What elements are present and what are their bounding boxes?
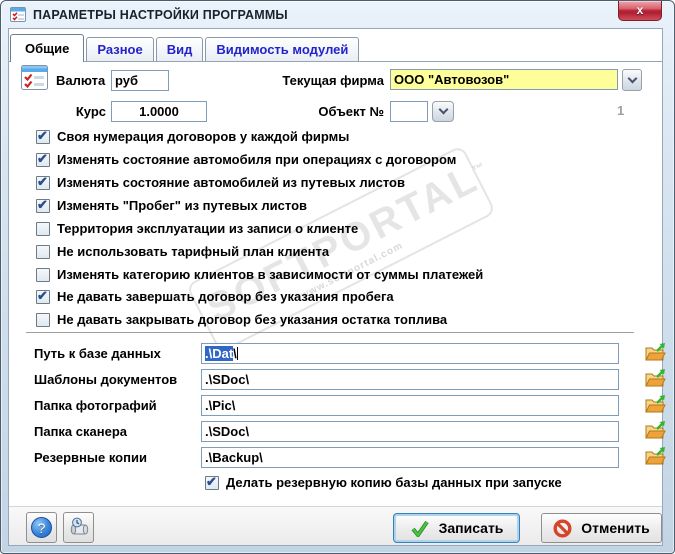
checkbox[interactable]: ✔	[36, 245, 50, 259]
checkbox[interactable]: ✔	[36, 288, 50, 304]
checkbox-label: Изменять "Пробег" из путевых листов	[57, 198, 308, 213]
option-row[interactable]: ✔ Изменять "Пробег" из путевых листов	[36, 197, 307, 215]
open-folder-icon	[645, 421, 666, 439]
option-row[interactable]: ✔ Не использовать тарифный план клиента	[36, 243, 329, 261]
object-number-input[interactable]	[390, 101, 428, 122]
firm-dropdown-button[interactable]	[622, 69, 642, 91]
cancel-icon	[553, 518, 572, 538]
checkbox[interactable]: ✔	[36, 128, 50, 144]
save-button[interactable]: Записать	[393, 513, 520, 543]
open-folder-icon	[645, 395, 666, 413]
photos-path-input[interactable]	[201, 395, 619, 416]
backup-path-input[interactable]	[201, 447, 619, 468]
currency-label: Валюта	[56, 73, 106, 88]
option-row[interactable]: ✔ Своя нумерация договоров у каждой фирм…	[36, 128, 349, 146]
db-path-input[interactable]: .\Dat\	[201, 343, 619, 364]
checkbox[interactable]: ✔	[36, 197, 50, 213]
app-icon	[10, 7, 26, 22]
open-folder-icon	[645, 369, 666, 387]
option-row[interactable]: ✔ Изменять категорию клиентов в зависимо…	[36, 266, 483, 284]
templates-path-input[interactable]	[201, 369, 619, 390]
scanner-browse-button[interactable]	[645, 421, 666, 440]
cancel-button[interactable]: Отменить	[541, 513, 662, 543]
help-button[interactable]: ?	[26, 512, 57, 543]
option-row[interactable]: ✔ Не давать завершать договор без указан…	[36, 288, 394, 306]
text-caret	[236, 347, 238, 360]
option-row[interactable]: ✔ Не давать закрывать договор без указан…	[36, 311, 447, 329]
checkbox-label: Не давать закрывать договор без указания…	[57, 312, 448, 327]
checkbox-label: Изменять категорию клиентов в зависимост…	[57, 267, 484, 282]
object-count-value: 1	[617, 103, 625, 118]
checkbox-label: Не давать завершать договор без указания…	[57, 289, 394, 304]
currency-input[interactable]	[111, 70, 169, 91]
object-number-label: Объект №	[318, 104, 384, 119]
db-path-label: Путь к базе данных	[34, 346, 161, 361]
cancel-button-label: Отменить	[581, 520, 650, 536]
backup-path-label: Резервные копии	[34, 450, 147, 465]
rate-input[interactable]	[111, 101, 207, 122]
tab-module-visibility[interactable]: Видимость модулей	[205, 37, 360, 61]
tab-general[interactable]: Общие	[10, 34, 85, 62]
help-icon: ?	[31, 517, 52, 538]
photos-path-label: Папка фотографий	[34, 398, 157, 413]
current-firm-field[interactable]: ООО "Автовозов"	[390, 69, 618, 90]
history-log-button[interactable]	[63, 512, 94, 543]
checkbox-label: Территория эксплуатации из записи о клие…	[57, 221, 359, 236]
checkbox-label: Изменять состояние автомобиля при операц…	[57, 152, 457, 167]
checkbox[interactable]: ✔	[205, 474, 219, 490]
title-bar[interactable]: ПАРАМЕТРЫ НАСТРОЙКИ ПРОГРАММЫ x	[1, 1, 674, 28]
checkbox-label: Изменять состояние автомобилей из путевы…	[57, 175, 405, 190]
option-row[interactable]: ✔ Изменять состояние автомобиля при опер…	[36, 151, 456, 169]
checkbox[interactable]: ✔	[36, 151, 50, 167]
history-scroll-icon	[70, 517, 88, 534]
settings-dialog: ПАРАМЕТРЫ НАСТРОЙКИ ПРОГРАММЫ x SOFTPORT…	[0, 0, 675, 554]
settings-checklist-icon	[21, 65, 48, 90]
checkbox-label: Не использовать тарифный план клиента	[57, 244, 330, 259]
checkbox[interactable]: ✔	[36, 313, 50, 327]
checkbox-label: Своя нумерация договоров у каждой фирмы	[57, 129, 350, 144]
rate-label: Курс	[75, 104, 106, 119]
tab-misc[interactable]: Разное	[86, 37, 154, 61]
scanner-path-input[interactable]	[201, 421, 619, 442]
tab-bar: Общие Разное Вид Видимость модулей	[10, 33, 661, 62]
templates-browse-button[interactable]	[645, 369, 666, 388]
open-folder-icon	[645, 447, 666, 465]
open-folder-icon	[645, 343, 666, 361]
window-title: ПАРАМЕТРЫ НАСТРОЙКИ ПРОГРАММЫ	[33, 8, 288, 22]
option-row[interactable]: ✔ Изменять состояние автомобилей из путе…	[36, 174, 405, 192]
object-dropdown-button[interactable]	[432, 101, 454, 122]
templates-path-label: Шаблоны документов	[34, 372, 178, 387]
checkbox-label: Делать резервную копию базы данных при з…	[226, 475, 562, 490]
separator	[26, 332, 634, 334]
check-icon	[411, 520, 429, 537]
backup-on-start-row[interactable]: ✔ Делать резервную копию базы данных при…	[205, 474, 562, 492]
close-button[interactable]: x	[618, 1, 662, 21]
option-row[interactable]: ✔ Территория эксплуатации из записи о кл…	[36, 220, 358, 238]
checkbox[interactable]: ✔	[36, 222, 50, 236]
save-button-label: Записать	[438, 520, 504, 536]
photos-browse-button[interactable]	[645, 395, 666, 414]
scanner-path-label: Папка сканера	[34, 424, 127, 439]
chevron-down-icon	[438, 104, 448, 115]
tab-view[interactable]: Вид	[155, 37, 204, 61]
checkbox[interactable]: ✔	[36, 174, 50, 190]
chevron-down-icon	[627, 73, 637, 83]
current-firm-label: Текущая фирма	[282, 73, 384, 88]
db-path-browse-button[interactable]	[645, 343, 666, 362]
backup-browse-button[interactable]	[645, 447, 666, 466]
checkbox[interactable]: ✔	[36, 268, 50, 282]
